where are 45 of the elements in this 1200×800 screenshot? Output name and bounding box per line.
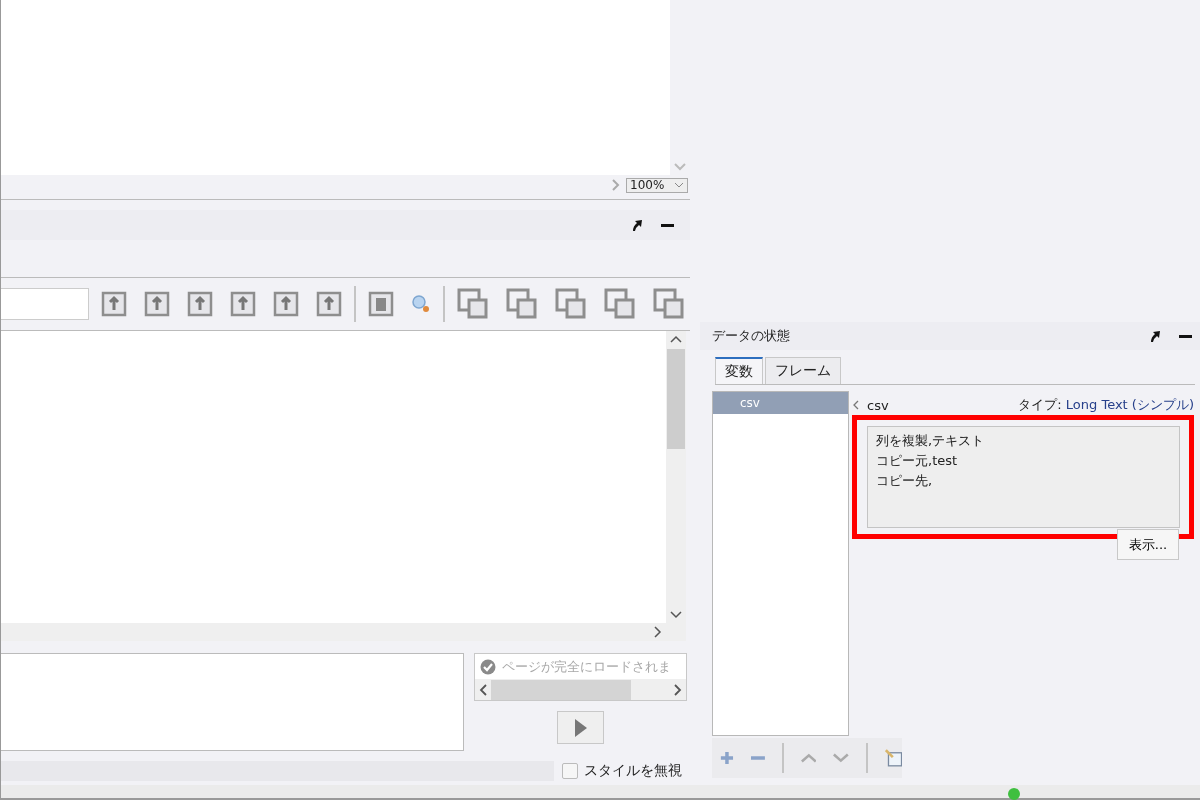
edit-icon[interactable]	[884, 748, 902, 768]
chevron-right-icon[interactable]	[674, 683, 682, 696]
scrollbar-thumb[interactable]	[667, 349, 685, 449]
magnifier-icon[interactable]	[411, 294, 431, 314]
horizontal-scrollbar[interactable]	[475, 679, 686, 700]
minus-icon[interactable]	[750, 755, 765, 761]
caret-icon	[674, 182, 684, 188]
minimize-icon[interactable]	[661, 223, 674, 227]
window-icon[interactable]	[604, 288, 636, 320]
value-line: コピー元,test	[876, 452, 959, 470]
document-icon[interactable]	[368, 291, 394, 317]
play-icon	[574, 718, 587, 737]
chevron-up-icon[interactable]	[670, 335, 682, 343]
status-message: ページが完全にロードされま	[502, 657, 671, 676]
ignore-styles-checkbox[interactable]: スタイルを無視	[562, 762, 682, 780]
variable-name: csv	[867, 397, 889, 413]
check-icon	[480, 658, 496, 675]
horizontal-scrollbar[interactable]	[1, 623, 686, 641]
minimize-icon[interactable]	[1179, 334, 1192, 338]
status-indicator-icon	[1008, 788, 1020, 800]
chevron-right-icon[interactable]	[654, 626, 662, 638]
show-button[interactable]: 表示...	[1117, 529, 1179, 560]
input-field[interactable]	[1, 288, 89, 320]
vertical-scrollbar[interactable]	[666, 331, 686, 623]
window-icon[interactable]	[555, 288, 587, 320]
value-text-area[interactable]: 列を複製,テキスト コピー元,test コピー先,	[867, 426, 1180, 528]
zoom-select[interactable]: 100%	[626, 177, 688, 193]
tab[interactable]: フレーム	[765, 357, 841, 384]
window-icon[interactable]	[653, 288, 685, 320]
variable-type: タイプ: Long Text (シンプル)	[1018, 396, 1194, 414]
panel-title: データの状態	[712, 327, 790, 345]
pin-icon[interactable]	[631, 218, 643, 232]
chevron-left-icon[interactable]	[852, 400, 859, 410]
chevron-down-icon[interactable]	[670, 611, 682, 619]
play-button[interactable]	[557, 711, 604, 744]
scrollbar-thumb[interactable]	[491, 679, 631, 700]
plus-icon[interactable]	[720, 750, 734, 766]
tab[interactable]: 変数	[715, 357, 763, 384]
pin-icon[interactable]	[1149, 329, 1161, 343]
text-area[interactable]	[1, 653, 464, 751]
chevron-left-icon[interactable]	[479, 683, 487, 696]
window-icon[interactable]	[506, 288, 538, 320]
value-line: コピー先,	[876, 472, 934, 490]
window-icon[interactable]	[457, 288, 489, 320]
value-line: 列を複製,テキスト	[876, 432, 986, 450]
